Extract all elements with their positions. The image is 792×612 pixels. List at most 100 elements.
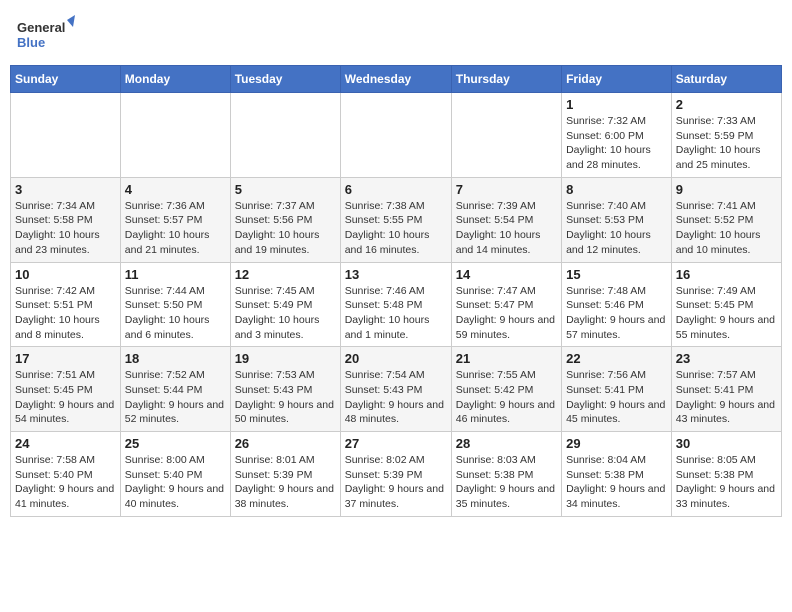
day-number: 21 [456,351,557,366]
day-info: Sunrise: 7:33 AM Sunset: 5:59 PM Dayligh… [676,114,777,173]
day-number: 3 [15,182,116,197]
day-number: 27 [345,436,447,451]
day-info: Sunrise: 7:40 AM Sunset: 5:53 PM Dayligh… [566,199,667,258]
day-number: 6 [345,182,447,197]
day-number: 14 [456,267,557,282]
calendar-cell: 12 Sunrise: 7:45 AM Sunset: 5:49 PM Dayli… [230,262,340,347]
calendar-cell: 26 Sunrise: 8:01 AM Sunset: 5:39 PM Dayli… [230,432,340,517]
weekday-header-friday: Friday [562,66,672,93]
calendar-cell: 27 Sunrise: 8:02 AM Sunset: 5:39 PM Dayli… [340,432,451,517]
day-number: 15 [566,267,667,282]
day-info: Sunrise: 7:45 AM Sunset: 5:49 PM Dayligh… [235,284,336,343]
calendar-week-row: 17 Sunrise: 7:51 AM Sunset: 5:45 PM Dayli… [11,347,782,432]
calendar-cell: 23 Sunrise: 7:57 AM Sunset: 5:41 PM Dayli… [671,347,781,432]
day-number: 17 [15,351,116,366]
calendar-cell: 16 Sunrise: 7:49 AM Sunset: 5:45 PM Dayli… [671,262,781,347]
day-info: Sunrise: 7:56 AM Sunset: 5:41 PM Dayligh… [566,368,667,427]
calendar-cell: 20 Sunrise: 7:54 AM Sunset: 5:43 PM Dayli… [340,347,451,432]
weekday-header-saturday: Saturday [671,66,781,93]
day-info: Sunrise: 7:47 AM Sunset: 5:47 PM Dayligh… [456,284,557,343]
calendar-cell: 24 Sunrise: 7:58 AM Sunset: 5:40 PM Dayli… [11,432,121,517]
day-info: Sunrise: 7:55 AM Sunset: 5:42 PM Dayligh… [456,368,557,427]
calendar-cell: 18Sunrise: 7:52 AM Sunset: 5:44 PM Dayli… [120,347,230,432]
day-number: 23 [676,351,777,366]
day-number: 18 [125,351,226,366]
day-info: Sunrise: 7:49 AM Sunset: 5:45 PM Dayligh… [676,284,777,343]
day-number: 29 [566,436,667,451]
day-number: 4 [125,182,226,197]
day-info: Sunrise: 8:05 AM Sunset: 5:38 PM Dayligh… [676,453,777,512]
day-info: Sunrise: 8:02 AM Sunset: 5:39 PM Dayligh… [345,453,447,512]
calendar-cell: 15 Sunrise: 7:48 AM Sunset: 5:46 PM Dayli… [562,262,672,347]
day-info: Sunrise: 7:34 AM Sunset: 5:58 PM Dayligh… [15,199,116,258]
day-info: Sunrise: 7:57 AM Sunset: 5:41 PM Dayligh… [676,368,777,427]
day-number: 22 [566,351,667,366]
logo-svg: GeneralBlue [15,15,75,55]
calendar-cell: 10Sunrise: 7:42 AM Sunset: 5:51 PM Dayli… [11,262,121,347]
day-number: 16 [676,267,777,282]
day-number: 30 [676,436,777,451]
calendar-cell: 8 Sunrise: 7:40 AM Sunset: 5:53 PM Daylig… [562,177,672,262]
day-number: 28 [456,436,557,451]
weekday-header-row: SundayMondayTuesdayWednesdayThursdayFrid… [11,66,782,93]
day-info: Sunrise: 7:51 AM Sunset: 5:45 PM Dayligh… [15,368,116,427]
calendar-cell: 19Sunrise: 7:53 AM Sunset: 5:43 PM Dayli… [230,347,340,432]
svg-text:Blue: Blue [17,35,45,50]
day-info: Sunrise: 7:54 AM Sunset: 5:43 PM Dayligh… [345,368,447,427]
logo: GeneralBlue [15,15,75,55]
weekday-header-thursday: Thursday [451,66,561,93]
weekday-header-wednesday: Wednesday [340,66,451,93]
day-number: 9 [676,182,777,197]
calendar-cell: 17 Sunrise: 7:51 AM Sunset: 5:45 PM Dayli… [11,347,121,432]
calendar-cell: 13Sunrise: 7:46 AM Sunset: 5:48 PM Dayli… [340,262,451,347]
day-number: 5 [235,182,336,197]
day-info: Sunrise: 7:32 AM Sunset: 6:00 PM Dayligh… [566,114,667,173]
calendar-cell: 5 Sunrise: 7:37 AM Sunset: 5:56 PM Daylig… [230,177,340,262]
day-number: 1 [566,97,667,112]
calendar-cell [11,93,121,178]
page-header: GeneralBlue [10,10,782,55]
calendar-cell: 6 Sunrise: 7:38 AM Sunset: 5:55 PM Daylig… [340,177,451,262]
calendar-cell: 22 Sunrise: 7:56 AM Sunset: 5:41 PM Dayli… [562,347,672,432]
day-number: 25 [125,436,226,451]
day-info: Sunrise: 7:39 AM Sunset: 5:54 PM Dayligh… [456,199,557,258]
day-info: Sunrise: 7:58 AM Sunset: 5:40 PM Dayligh… [15,453,116,512]
day-info: Sunrise: 8:00 AM Sunset: 5:40 PM Dayligh… [125,453,226,512]
calendar-week-row: 10Sunrise: 7:42 AM Sunset: 5:51 PM Dayli… [11,262,782,347]
calendar-cell: 25 Sunrise: 8:00 AM Sunset: 5:40 PM Dayli… [120,432,230,517]
day-info: Sunrise: 7:44 AM Sunset: 5:50 PM Dayligh… [125,284,226,343]
calendar-week-row: 3 Sunrise: 7:34 AM Sunset: 5:58 PM Daylig… [11,177,782,262]
day-number: 2 [676,97,777,112]
day-info: Sunrise: 8:04 AM Sunset: 5:38 PM Dayligh… [566,453,667,512]
calendar-cell: 11 Sunrise: 7:44 AM Sunset: 5:50 PM Dayli… [120,262,230,347]
day-info: Sunrise: 7:36 AM Sunset: 5:57 PM Dayligh… [125,199,226,258]
calendar-week-row: 24 Sunrise: 7:58 AM Sunset: 5:40 PM Dayli… [11,432,782,517]
weekday-header-tuesday: Tuesday [230,66,340,93]
day-number: 7 [456,182,557,197]
day-number: 24 [15,436,116,451]
day-number: 11 [125,267,226,282]
calendar-cell: 28 Sunrise: 8:03 AM Sunset: 5:38 PM Dayli… [451,432,561,517]
calendar-cell: 9Sunrise: 7:41 AM Sunset: 5:52 PM Daylig… [671,177,781,262]
day-info: Sunrise: 7:38 AM Sunset: 5:55 PM Dayligh… [345,199,447,258]
day-number: 12 [235,267,336,282]
weekday-header-monday: Monday [120,66,230,93]
day-info: Sunrise: 7:46 AM Sunset: 5:48 PM Dayligh… [345,284,447,343]
day-number: 20 [345,351,447,366]
day-info: Sunrise: 7:48 AM Sunset: 5:46 PM Dayligh… [566,284,667,343]
day-info: Sunrise: 7:42 AM Sunset: 5:51 PM Dayligh… [15,284,116,343]
calendar-cell: 29 Sunrise: 8:04 AM Sunset: 5:38 PM Dayli… [562,432,672,517]
day-info: Sunrise: 8:01 AM Sunset: 5:39 PM Dayligh… [235,453,336,512]
calendar-cell: 14 Sunrise: 7:47 AM Sunset: 5:47 PM Dayli… [451,262,561,347]
calendar-table: SundayMondayTuesdayWednesdayThursdayFrid… [10,65,782,517]
svg-text:General: General [17,20,65,35]
calendar-cell [120,93,230,178]
weekday-header-sunday: Sunday [11,66,121,93]
day-info: Sunrise: 7:37 AM Sunset: 5:56 PM Dayligh… [235,199,336,258]
day-number: 19 [235,351,336,366]
day-number: 26 [235,436,336,451]
day-info: Sunrise: 8:03 AM Sunset: 5:38 PM Dayligh… [456,453,557,512]
calendar-cell [230,93,340,178]
calendar-cell: 21 Sunrise: 7:55 AM Sunset: 5:42 PM Dayli… [451,347,561,432]
day-number: 8 [566,182,667,197]
